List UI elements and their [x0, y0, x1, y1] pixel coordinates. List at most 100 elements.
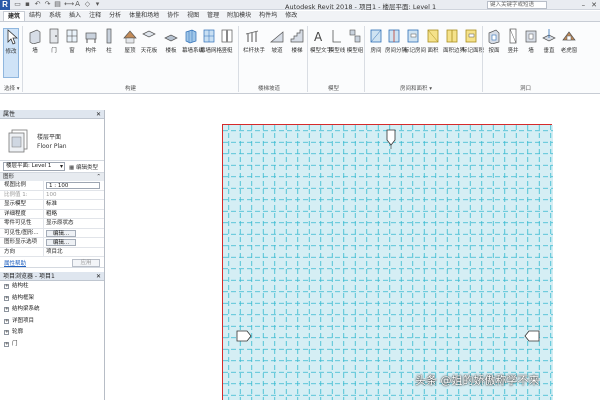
tab-analyze[interactable]: 分析: [105, 11, 125, 21]
model-group-icon: [349, 29, 361, 43]
dormer-button[interactable]: 老虎窗: [560, 28, 578, 54]
tag-area-button[interactable]: 标记面积: [462, 28, 484, 54]
view-scale-input[interactable]: 1 : 100: [46, 182, 100, 189]
direction-value[interactable]: 项目北: [44, 248, 104, 257]
graphics-group-header[interactable]: 图形 ⌃: [0, 173, 104, 181]
dropdown-icon[interactable]: ▾: [94, 1, 101, 8]
tab-collaborate[interactable]: 协作: [163, 11, 183, 21]
instance-selector[interactable]: 楼层平面: Level 1: [3, 162, 65, 171]
room-button[interactable]: 房间: [367, 28, 385, 54]
wall-opening-button[interactable]: 墙: [522, 28, 540, 54]
visibility-edit-button[interactable]: 编辑...: [46, 229, 76, 237]
graphic-display-edit-button[interactable]: 编辑...: [46, 239, 76, 246]
measure-icon[interactable]: ⟷: [64, 1, 74, 8]
detail-level-value[interactable]: 粗略: [44, 210, 104, 219]
window-button[interactable]: 窗: [63, 28, 81, 54]
revit-logo-icon[interactable]: R: [0, 0, 10, 10]
search-input[interactable]: 键入关键字或短语: [487, 1, 547, 9]
display-model-value[interactable]: 标准: [44, 200, 104, 209]
expand-icon[interactable]: +: [4, 318, 9, 324]
tree-item[interactable]: + 详图项目: [0, 316, 104, 328]
by-face-button[interactable]: 按面: [485, 28, 503, 54]
floor-plan-sheet[interactable]: [222, 124, 553, 400]
expand-icon[interactable]: +: [4, 295, 9, 301]
type-selector[interactable]: 楼层平面 Floor Plan: [0, 119, 104, 161]
elevation-marker-east[interactable]: [524, 330, 540, 342]
stair-icon: [290, 29, 304, 43]
vertical-opening-button[interactable]: 垂直: [540, 28, 558, 54]
model-group-button[interactable]: 模型组: [346, 28, 364, 54]
curtain-system-button[interactable]: 幕墙系统: [182, 28, 204, 54]
expand-icon[interactable]: +: [4, 341, 9, 347]
default-3d-icon[interactable]: ◇: [84, 1, 91, 8]
apply-button[interactable]: 应用: [72, 259, 100, 267]
ramp-button[interactable]: 坡道: [268, 28, 286, 54]
ceiling-button[interactable]: 天花板: [140, 28, 158, 54]
expand-icon[interactable]: +: [4, 284, 9, 289]
floor-button[interactable]: 楼板: [162, 28, 180, 54]
wall-icon: [29, 29, 41, 44]
door-button[interactable]: 门: [45, 28, 63, 54]
drawing-canvas[interactable]: [106, 110, 600, 400]
wall-button[interactable]: 墙: [26, 28, 44, 54]
elevation-markers: [236, 129, 540, 342]
ramp-icon: [270, 31, 284, 43]
tab-add-ins[interactable]: 附加模块: [223, 11, 255, 21]
room-separator-button[interactable]: 房间分隔: [385, 28, 407, 54]
open-icon[interactable]: ▭: [14, 1, 21, 8]
roof-button[interactable]: 屋顶: [121, 28, 139, 54]
properties-help-link[interactable]: 属性帮助: [4, 259, 26, 267]
tree-item[interactable]: + 轮廓: [0, 327, 104, 339]
component-button[interactable]: 构件: [82, 28, 100, 54]
room-separator-icon: [388, 29, 400, 43]
select-group-label[interactable]: 选择 ▾: [4, 84, 20, 92]
undo-icon[interactable]: ↶: [34, 1, 41, 8]
tree-item[interactable]: + 门: [0, 339, 104, 351]
edit-type-button[interactable]: ▦ 编辑类型: [69, 163, 98, 171]
redo-icon[interactable]: ↷: [44, 1, 51, 8]
modify-button[interactable]: 修改: [3, 28, 19, 78]
model-text-button[interactable]: A 模型文字: [310, 28, 332, 54]
model-text-icon: A: [314, 30, 323, 44]
print-icon[interactable]: ▤: [54, 1, 61, 8]
properties-title: 属性: [3, 111, 16, 118]
tab-modify[interactable]: 修改: [281, 11, 301, 21]
save-icon[interactable]: ▪: [24, 1, 31, 8]
column-button[interactable]: 柱: [100, 28, 118, 54]
tag-area-icon: [465, 29, 477, 43]
tree-item[interactable]: + 结构框架: [0, 293, 104, 305]
tab-massing-site[interactable]: 体量和场地: [125, 11, 163, 21]
tag-room-button[interactable]: 标记房间: [404, 28, 426, 54]
tab-manage[interactable]: 管理: [203, 11, 223, 21]
expand-icon[interactable]: +: [4, 330, 9, 335]
tab-annotate[interactable]: 注释: [85, 11, 105, 21]
tab-systems[interactable]: 系统: [45, 11, 65, 21]
tab-component-dock[interactable]: 构件坞: [255, 11, 281, 21]
tree-item[interactable]: + 结构柱: [0, 281, 104, 293]
curtain-grid-button[interactable]: 幕墙网格: [200, 28, 222, 54]
elevation-marker-north[interactable]: [386, 129, 396, 149]
tab-view[interactable]: 视图: [183, 11, 203, 21]
tab-architecture[interactable]: 建筑: [3, 11, 26, 21]
close-icon[interactable]: ✕: [591, 1, 597, 9]
area-boundary-button[interactable]: 面积边界: [443, 28, 465, 54]
close-icon[interactable]: ✕: [96, 272, 101, 281]
mullion-button[interactable]: 竖梃: [218, 28, 236, 54]
close-icon[interactable]: ✕: [96, 110, 101, 119]
ribbon-separator: [482, 26, 483, 92]
area-button[interactable]: 面积: [424, 28, 442, 54]
parts-visibility-value[interactable]: 显示原状态: [44, 219, 104, 228]
minimize-icon[interactable]: –: [582, 1, 586, 9]
railing-button[interactable]: 栏杆扶手: [243, 28, 265, 54]
tab-structure[interactable]: 结构: [25, 11, 45, 21]
tree-item[interactable]: + 结构梁系统: [0, 304, 104, 316]
elevation-marker-west[interactable]: [236, 330, 252, 342]
tab-insert[interactable]: 插入: [65, 11, 85, 21]
expand-icon[interactable]: +: [4, 307, 9, 312]
ceiling-icon: [142, 30, 156, 38]
room-area-group-label[interactable]: 房间和面积 ▾: [400, 84, 432, 92]
model-line-button[interactable]: 模型线: [328, 28, 346, 54]
shaft-button[interactable]: 竖井: [504, 28, 522, 54]
stair-button[interactable]: 楼梯: [288, 28, 306, 54]
text-icon[interactable]: A: [74, 1, 81, 8]
